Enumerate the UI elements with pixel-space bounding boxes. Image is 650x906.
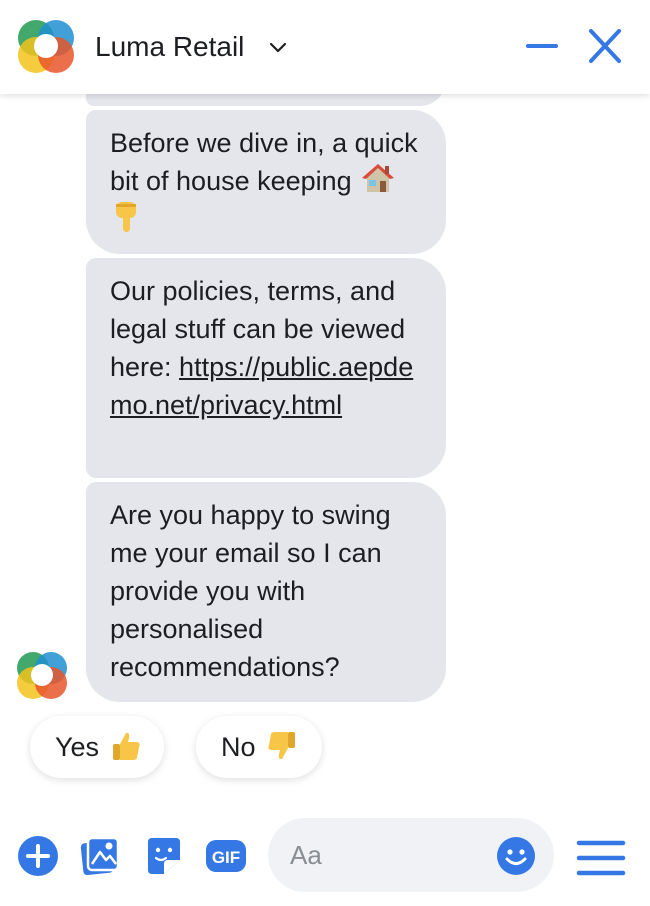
composer: GIF xyxy=(0,804,650,906)
message-bubble: Are you happy to swing me your email so … xyxy=(86,482,446,702)
gif-icon-shape: GIF xyxy=(206,840,246,872)
thumbs-down-emoji xyxy=(268,732,295,760)
quick-reply-label: No xyxy=(221,732,256,762)
add-icon[interactable] xyxy=(16,834,60,878)
menu-icon[interactable] xyxy=(576,838,626,878)
smiley-icon[interactable] xyxy=(496,836,536,876)
minimize-icon[interactable] xyxy=(524,26,560,66)
sticker-icon[interactable] xyxy=(142,834,186,878)
message-input[interactable] xyxy=(288,834,488,876)
close-icon[interactable] xyxy=(586,26,624,66)
chat-header: Luma Retail xyxy=(0,0,650,94)
quick-reply-yes[interactable]: Yes xyxy=(30,716,164,778)
conversation: Before we dive in, a quick bit of house … xyxy=(0,94,650,804)
luma-logo xyxy=(18,20,74,73)
message-text: Are you happy to swing me your email so … xyxy=(110,500,391,682)
chat-title[interactable]: Luma Retail xyxy=(95,30,244,64)
quick-reply-label: Yes xyxy=(55,732,100,762)
message-bubble: Before we dive in, a quick bit of house … xyxy=(86,110,446,254)
photo-icon[interactable] xyxy=(78,834,122,878)
bot-avatar xyxy=(17,652,67,699)
gif-label: GIF xyxy=(212,848,240,867)
thumbs-up-emoji xyxy=(113,732,140,760)
message-box xyxy=(268,818,554,892)
house-emoji xyxy=(362,164,395,192)
message-bubble: Our policies, terms, and legal stuff can… xyxy=(86,258,446,478)
message-bubble-partial xyxy=(86,94,446,106)
quick-reply-no[interactable]: No xyxy=(196,716,322,778)
gif-icon[interactable]: GIF xyxy=(204,834,248,878)
chevron-down-icon[interactable] xyxy=(268,38,288,58)
quick-replies: Yes No xyxy=(0,716,650,780)
pointing-down-emoji xyxy=(116,202,136,232)
